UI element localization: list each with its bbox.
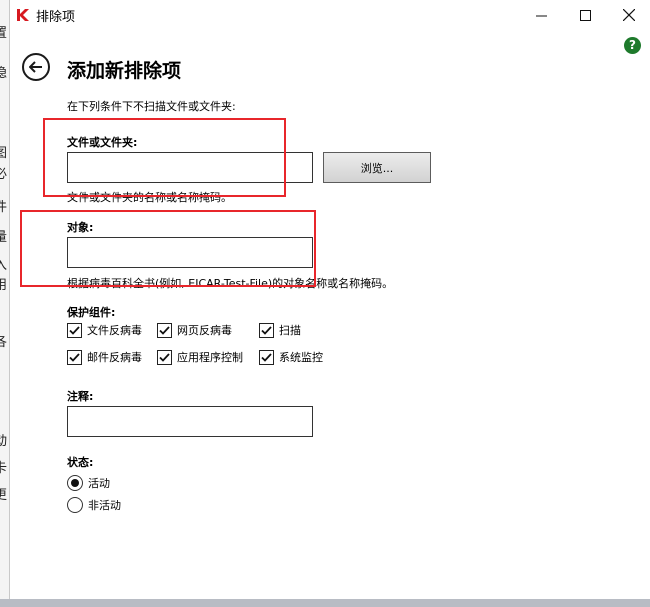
browse-button[interactable]: 浏览... bbox=[323, 152, 431, 183]
intro-text: 在下列条件下不扫描文件或文件夹: bbox=[67, 100, 236, 113]
check-icon bbox=[69, 352, 80, 362]
checkbox-label: 扫描 bbox=[279, 324, 301, 337]
checkbox-box[interactable] bbox=[259, 349, 274, 365]
checkbox-box[interactable] bbox=[157, 322, 172, 338]
help-icon[interactable]: ? bbox=[624, 37, 641, 54]
bg-char: 动 bbox=[0, 430, 7, 449]
radio-circle[interactable] bbox=[67, 475, 83, 491]
bg-char: 量 bbox=[0, 226, 7, 245]
page-title: 添加新排除项 bbox=[67, 60, 182, 82]
check-icon bbox=[159, 325, 170, 335]
checkbox-label: 系统监控 bbox=[279, 351, 323, 364]
checkbox-mail-antivirus[interactable]: 邮件反病毒 bbox=[67, 349, 142, 365]
comment-label: 注释: bbox=[67, 390, 94, 403]
arrow-left-icon bbox=[29, 61, 42, 73]
minimize-button[interactable] bbox=[518, 0, 564, 30]
title-bar: 排除项 bbox=[10, 0, 650, 31]
highlight-box bbox=[43, 118, 286, 197]
checkbox-file-antivirus[interactable]: 文件反病毒 bbox=[67, 322, 142, 338]
checkbox-box[interactable] bbox=[259, 322, 274, 338]
kaspersky-logo-icon bbox=[17, 9, 29, 21]
checkbox-box[interactable] bbox=[67, 349, 82, 365]
check-icon bbox=[69, 325, 80, 335]
bg-char: 用 bbox=[0, 274, 7, 293]
status-label: 状态: bbox=[67, 456, 94, 469]
radio-active[interactable]: 活动 bbox=[67, 475, 110, 491]
bg-char: 件 bbox=[0, 196, 7, 215]
maximize-button[interactable] bbox=[562, 0, 608, 30]
bg-char: 隐 bbox=[0, 62, 7, 81]
bg-char: 必 bbox=[0, 163, 7, 182]
components-label: 保护组件: bbox=[67, 306, 116, 319]
checkbox-label: 文件反病毒 bbox=[87, 324, 142, 337]
checkbox-label: 网页反病毒 bbox=[177, 324, 232, 337]
radio-circle[interactable] bbox=[67, 497, 83, 513]
back-button[interactable] bbox=[22, 53, 50, 81]
highlight-box bbox=[20, 210, 316, 287]
minimize-icon bbox=[535, 15, 547, 16]
check-icon bbox=[261, 352, 272, 362]
checkbox-box[interactable] bbox=[67, 322, 82, 338]
check-icon bbox=[159, 352, 170, 362]
bottom-bar bbox=[0, 599, 650, 607]
checkbox-scan[interactable]: 扫描 bbox=[259, 322, 301, 338]
bg-char: 卡 bbox=[0, 457, 7, 476]
bg-char: 各 bbox=[0, 331, 7, 350]
close-button[interactable] bbox=[606, 0, 650, 30]
close-icon bbox=[623, 9, 635, 21]
checkbox-web-antivirus[interactable]: 网页反病毒 bbox=[157, 322, 232, 338]
checkbox-system-watcher[interactable]: 系统监控 bbox=[259, 349, 323, 365]
radio-label: 活动 bbox=[88, 477, 110, 490]
radio-inactive[interactable]: 非活动 bbox=[67, 497, 121, 513]
bg-char: 入 bbox=[0, 254, 7, 273]
comment-input[interactable] bbox=[67, 406, 313, 437]
checkbox-application-control[interactable]: 应用程序控制 bbox=[157, 349, 243, 365]
checkbox-box[interactable] bbox=[157, 349, 172, 365]
maximize-icon bbox=[579, 9, 591, 21]
radio-label: 非活动 bbox=[88, 499, 121, 512]
radio-dot bbox=[71, 479, 79, 487]
bg-char: 置 bbox=[0, 22, 7, 41]
checkbox-label: 邮件反病毒 bbox=[87, 351, 142, 364]
bg-char: 更 bbox=[0, 484, 7, 503]
check-icon bbox=[261, 325, 272, 335]
background-window-edge: [ 置 隐 图 必 件 量 入 用 各 动 卡 更 bbox=[0, 0, 10, 607]
bg-char: 图 bbox=[0, 142, 7, 161]
checkbox-label: 应用程序控制 bbox=[177, 351, 243, 364]
window-title: 排除项 bbox=[36, 10, 76, 25]
